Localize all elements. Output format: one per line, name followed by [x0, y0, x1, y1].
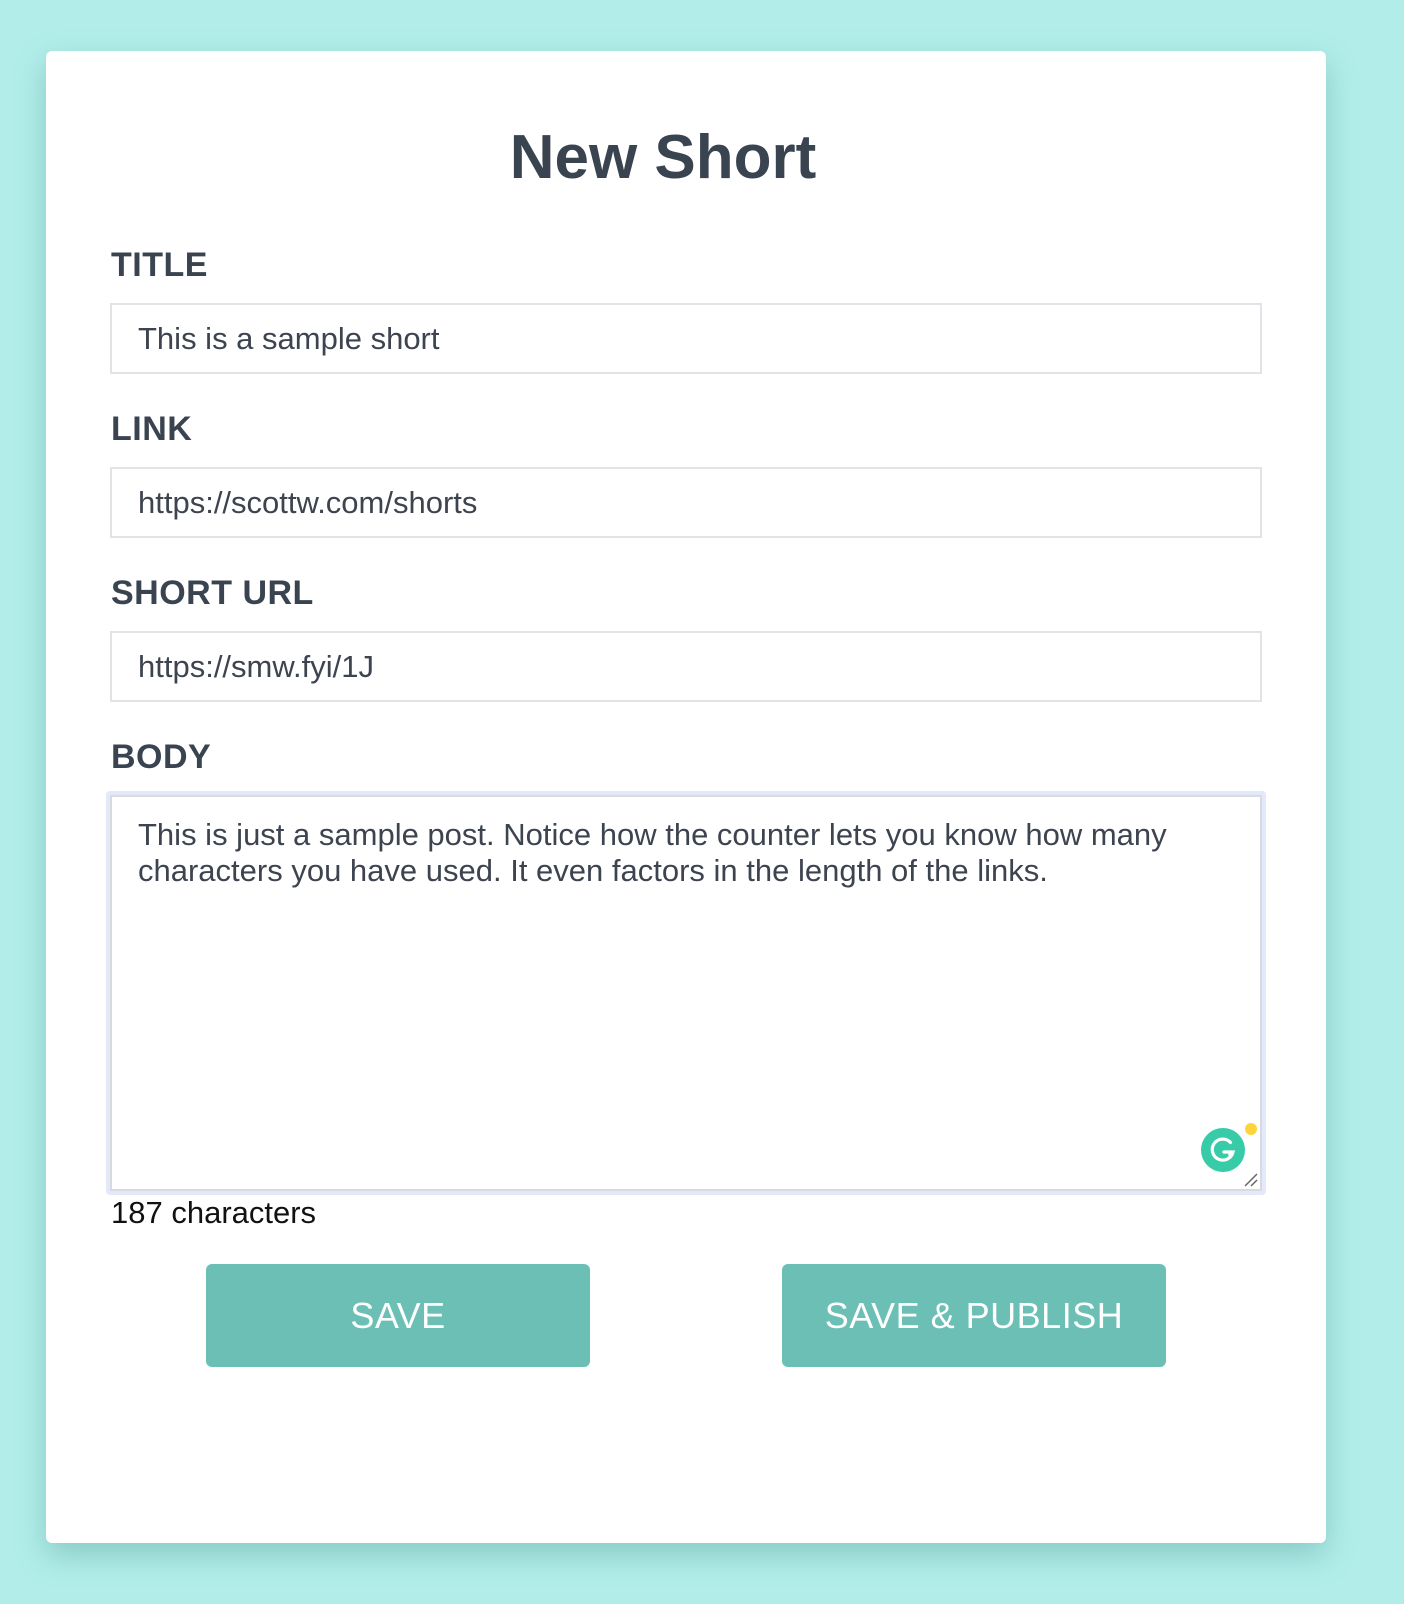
body-label: BODY: [111, 738, 212, 776]
link-input[interactable]: [110, 467, 1262, 538]
save-button[interactable]: SAVE: [206, 1264, 590, 1367]
title-input[interactable]: [110, 303, 1262, 374]
short-url-label: SHORT URL: [111, 574, 314, 612]
body-field: This is just a sample post. Notice how t…: [106, 791, 1266, 1195]
title-label: TITLE: [111, 246, 208, 284]
grammarly-icon[interactable]: [1201, 1128, 1245, 1172]
resize-handle-icon[interactable]: [1242, 1171, 1258, 1187]
grammarly-status-dot: [1245, 1123, 1257, 1135]
short-url-input[interactable]: [110, 631, 1262, 702]
link-label: LINK: [111, 410, 193, 448]
save-and-publish-button[interactable]: SAVE & PUBLISH: [782, 1264, 1166, 1367]
character-counter: 187 characters: [111, 1195, 317, 1230]
body-textarea[interactable]: This is just a sample post. Notice how t…: [110, 795, 1262, 1191]
page-title: New Short: [509, 123, 817, 192]
